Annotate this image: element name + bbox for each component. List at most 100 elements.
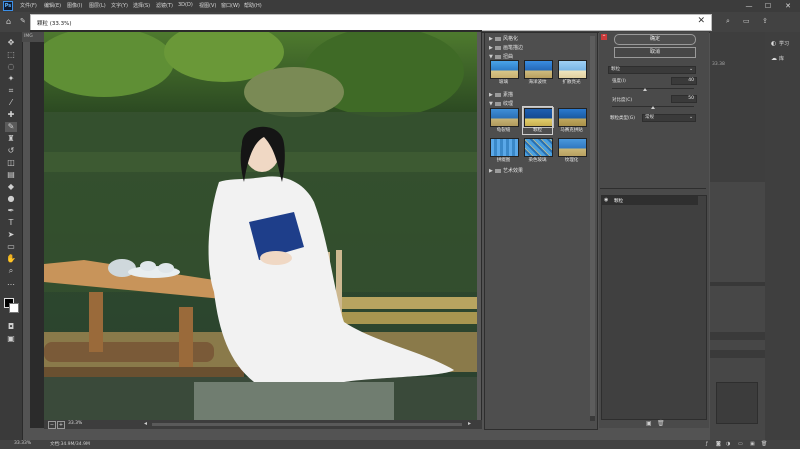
effect-layer-row[interactable]: ◉ 颗粒 bbox=[602, 196, 698, 205]
menu-layer[interactable]: 图层(L) bbox=[89, 2, 106, 9]
visibility-eye-icon[interactable]: ◉ bbox=[604, 197, 608, 203]
effect-layer-label: 颗粒 bbox=[614, 199, 623, 204]
screen-mode-icon[interactable]: ▣ bbox=[5, 334, 17, 344]
eyedropper-tool-icon[interactable]: ⁄ bbox=[5, 98, 17, 108]
crop-tool-icon[interactable]: ⌗ bbox=[5, 86, 17, 96]
marquee-tool-icon[interactable]: ⬚ bbox=[5, 50, 17, 60]
collapse-gallery-icon[interactable]: ^ bbox=[601, 34, 607, 40]
filter-label-patchwork: 拼缀图 bbox=[496, 158, 511, 163]
filter-label-glass: 玻璃 bbox=[499, 80, 508, 85]
contrast-slider-knob[interactable] bbox=[651, 106, 655, 109]
fx-icon[interactable]: ƒ bbox=[706, 441, 708, 447]
quick-select-tool-icon[interactable]: ✦ bbox=[5, 74, 17, 84]
new-layer-icon[interactable]: ▣ bbox=[750, 441, 755, 447]
contrast-input[interactable]: 50 bbox=[671, 95, 697, 103]
mask-icon[interactable]: ◙ bbox=[716, 441, 721, 447]
learn-tab[interactable]: 学习 bbox=[779, 40, 789, 47]
learn-icon[interactable]: ◐ bbox=[771, 40, 776, 47]
h-scrollbar[interactable] bbox=[152, 423, 462, 426]
filter-thumb-ocean-ripple[interactable] bbox=[524, 60, 553, 79]
maximize-button[interactable]: ☐ bbox=[761, 1, 775, 11]
intensity-slider-knob[interactable] bbox=[642, 88, 647, 91]
healing-tool-icon[interactable]: ✚ bbox=[5, 110, 17, 120]
dodge-tool-icon[interactable]: ● bbox=[5, 194, 17, 204]
document-tab[interactable]: IMG bbox=[22, 32, 44, 42]
intensity-input[interactable]: 40 bbox=[671, 77, 697, 85]
intensity-slider-track[interactable] bbox=[612, 88, 694, 89]
home-icon[interactable]: ⌂ bbox=[6, 17, 11, 26]
close-window-button[interactable]: ✕ bbox=[781, 1, 795, 11]
lasso-tool-icon[interactable]: ◌ bbox=[5, 62, 17, 72]
stamp-tool-icon[interactable]: ♜ bbox=[5, 134, 17, 144]
gallery-scrollbar-thumb[interactable] bbox=[590, 36, 595, 416]
filter-select-dropdown[interactable]: 颗粒 bbox=[608, 66, 696, 74]
filter-thumb-glass[interactable] bbox=[490, 60, 519, 79]
minimize-button[interactable]: — bbox=[742, 1, 756, 11]
category-sketch[interactable]: ▶ 素描 bbox=[489, 91, 513, 98]
ok-button[interactable]: 确定 bbox=[614, 34, 696, 45]
gradient-tool-icon[interactable]: ▤ bbox=[5, 170, 17, 180]
scroll-right-icon[interactable]: ▸ bbox=[468, 420, 471, 427]
menu-window[interactable]: 窗口(W) bbox=[221, 2, 240, 9]
menu-3d[interactable]: 3D(D) bbox=[178, 2, 193, 8]
category-brush-strokes[interactable]: ▶ 画笔描边 bbox=[489, 44, 523, 51]
workspace-icon[interactable]: ▭ bbox=[743, 17, 750, 25]
menu-filter[interactable]: 滤镜(T) bbox=[156, 2, 173, 9]
brush-preset-icon[interactable]: ✎ bbox=[20, 17, 26, 25]
menu-file[interactable]: 文件(F) bbox=[20, 2, 37, 9]
more-tools-icon[interactable]: … bbox=[5, 278, 17, 288]
menu-edit[interactable]: 编辑(E) bbox=[44, 2, 61, 9]
filter-thumb-mosaic-tiles[interactable] bbox=[558, 108, 587, 127]
quick-mask-icon[interactable]: ◘ bbox=[5, 322, 17, 332]
zoom-tool-icon[interactable]: ⌕ bbox=[5, 266, 17, 276]
cancel-button[interactable]: 取消 bbox=[614, 47, 696, 58]
menu-type[interactable]: 文字(Y) bbox=[111, 2, 128, 9]
zoom-out-button[interactable]: − bbox=[48, 421, 56, 429]
zoom-level-text[interactable]: 33.3% bbox=[68, 421, 82, 426]
menu-image[interactable]: 图像(I) bbox=[67, 2, 82, 9]
status-doc-size[interactable]: 文档:34.9M/34.9M bbox=[50, 441, 90, 447]
category-stylize[interactable]: ▶ 风格化 bbox=[489, 35, 518, 42]
ps-layer-thumb[interactable] bbox=[716, 382, 758, 424]
library-icon[interactable]: ☁ bbox=[771, 55, 777, 62]
chevron-down-icon: ⌄ bbox=[689, 66, 694, 72]
move-tool-icon[interactable]: ✥ bbox=[5, 38, 17, 48]
v-scrollbar[interactable] bbox=[477, 32, 481, 420]
category-texture[interactable]: ▼ 纹理 bbox=[489, 100, 513, 107]
filter-preview-image[interactable] bbox=[44, 32, 477, 420]
shape-tool-icon[interactable]: ▭ bbox=[5, 242, 17, 252]
adjustment-icon[interactable]: ◑ bbox=[726, 441, 730, 447]
delete-layer-icon[interactable]: 🗑 bbox=[761, 441, 767, 447]
hand-tool-icon[interactable]: ✋ bbox=[5, 254, 17, 264]
filter-thumb-stained-glass[interactable] bbox=[524, 138, 553, 157]
share-icon[interactable]: ⇪ bbox=[762, 17, 768, 25]
eraser-tool-icon[interactable]: ◫ bbox=[5, 158, 17, 168]
status-zoom[interactable]: 33.33% bbox=[14, 441, 31, 446]
blur-tool-icon[interactable]: ◆ bbox=[5, 182, 17, 192]
group-folder-icon[interactable]: ▭ bbox=[738, 441, 743, 447]
path-select-tool-icon[interactable]: ➤ bbox=[5, 230, 17, 240]
pen-tool-icon[interactable]: ✒ bbox=[5, 206, 17, 216]
zoom-in-button[interactable]: + bbox=[57, 421, 65, 429]
history-brush-tool-icon[interactable]: ↺ bbox=[5, 146, 17, 156]
scroll-left-icon[interactable]: ◂ bbox=[144, 420, 147, 427]
delete-effect-layer-icon[interactable]: 🗑 bbox=[657, 420, 665, 427]
filter-thumb-diffuse-glow[interactable] bbox=[558, 60, 587, 79]
library-tab[interactable]: 库 bbox=[779, 55, 784, 62]
dialog-close-button[interactable]: ✕ bbox=[697, 16, 705, 26]
search-icon[interactable]: ⌕ bbox=[726, 17, 730, 26]
preview-footer: − + 33.3% ◂ ▸ bbox=[44, 420, 482, 429]
grain-type-select[interactable]: 常规 bbox=[642, 114, 696, 122]
background-color-swatch[interactable] bbox=[9, 303, 19, 313]
menu-help[interactable]: 帮助(H) bbox=[244, 2, 262, 9]
new-effect-layer-icon[interactable]: ▣ bbox=[646, 420, 652, 427]
menu-view[interactable]: 视图(V) bbox=[199, 2, 216, 9]
category-distort[interactable]: ▼ 扭曲 bbox=[489, 53, 513, 60]
category-artistic[interactable]: ▶ 艺术效果 bbox=[489, 167, 523, 174]
filter-thumb-texturizer[interactable] bbox=[558, 138, 587, 157]
menu-select[interactable]: 选择(S) bbox=[133, 2, 150, 9]
brush-tool-icon[interactable]: ✎ bbox=[5, 122, 17, 132]
filter-thumb-patchwork[interactable] bbox=[490, 138, 519, 157]
filter-thumb-craquelure[interactable] bbox=[490, 108, 519, 127]
type-tool-icon[interactable]: T bbox=[5, 218, 17, 228]
